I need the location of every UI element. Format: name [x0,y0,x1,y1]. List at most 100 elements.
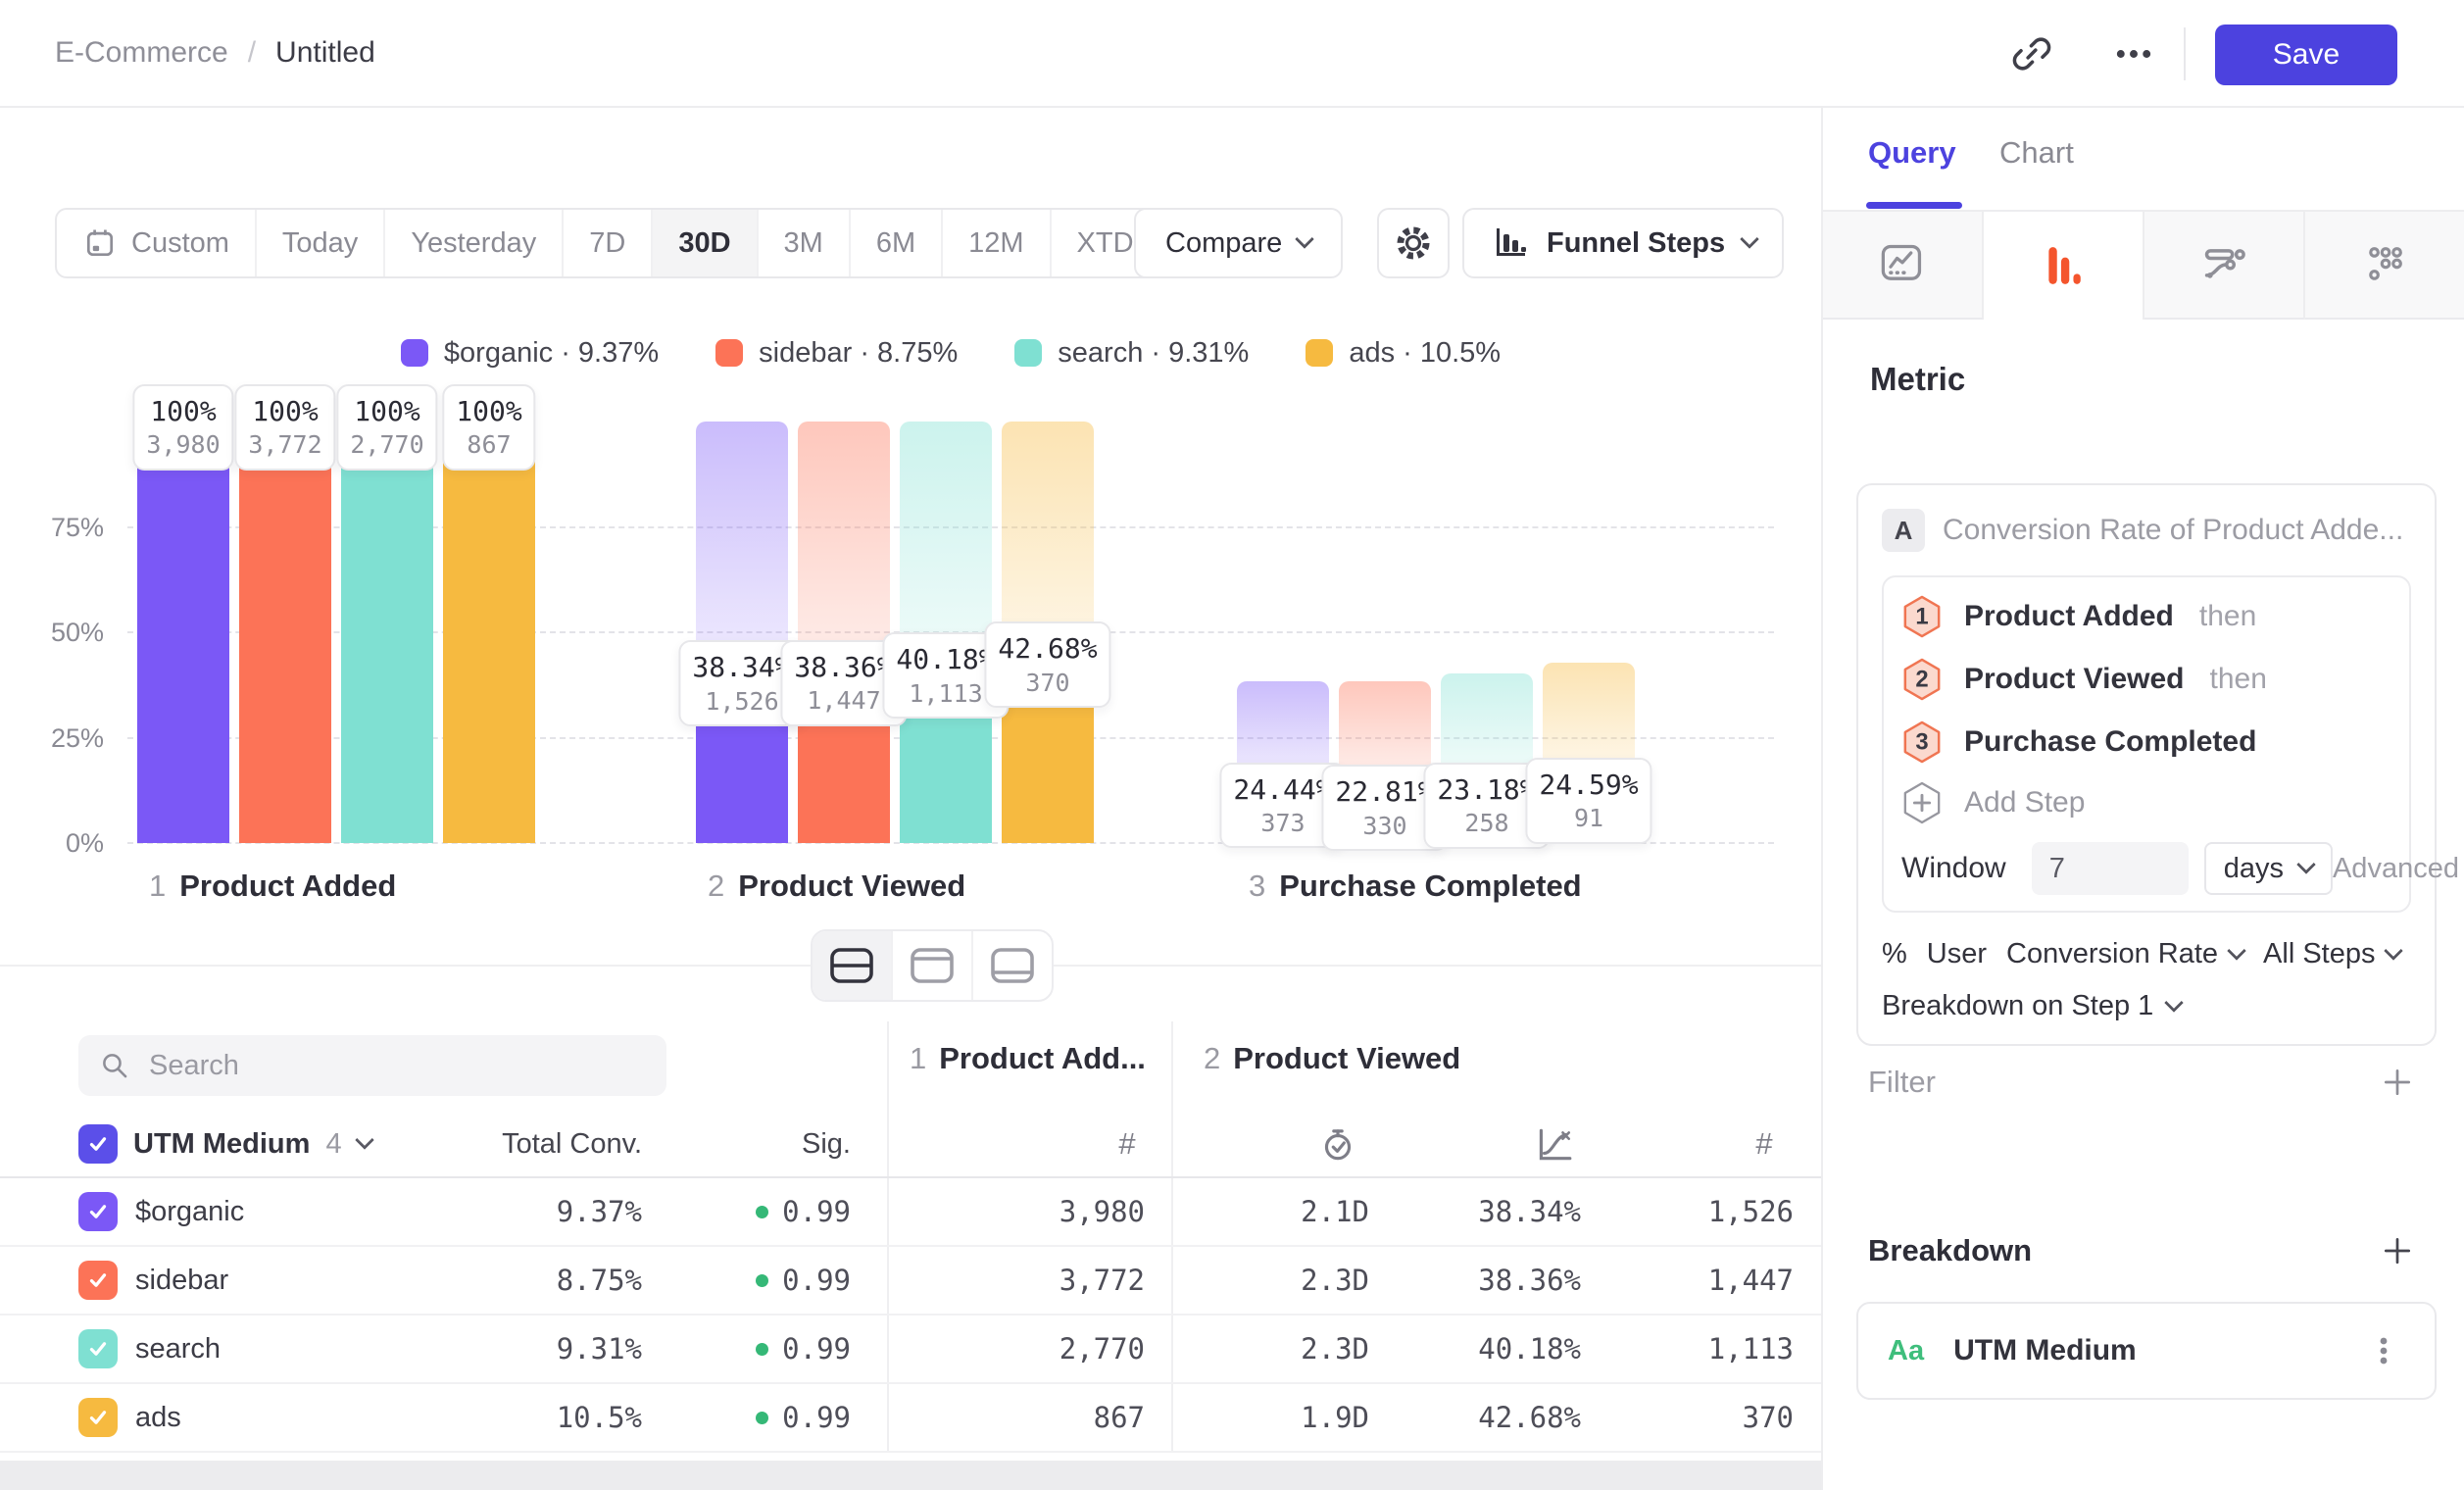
measure-prefix: % [1882,938,1907,970]
advanced-label: Advanced [2333,853,2459,885]
measure-metric-select[interactable]: Conversion Rate [2006,938,2243,970]
query-step-label: Purchase Completed [1964,725,2256,759]
breakdown-label: Breakdown [1868,1233,2032,1268]
significance-dot [756,1412,768,1424]
window-unit-select[interactable]: days [2204,842,2333,895]
table-scrollbar-track[interactable] [0,1461,1821,1490]
y-axis-label: 75% [25,512,104,543]
table-row-ads[interactable]: ads10.5%0.998671.9D42.68%370 [0,1384,1821,1453]
funnel-icon [2041,243,2086,288]
check-icon [85,1131,111,1157]
breakdown-on-step-select[interactable]: Breakdown on Step 1 [1882,990,2411,1022]
select-all-checkbox[interactable] [78,1124,118,1164]
query-step-1[interactable]: 1Product Addedthen [1901,585,2391,648]
step1-count: 3,980 [1060,1178,1145,1245]
tab-query[interactable]: Query [1868,135,1956,171]
svg-text:3: 3 [1915,729,1928,756]
table-group-step2: 2Product Viewed [1204,1041,1460,1076]
bar-value-label: 100%3,772 [234,384,335,471]
add-step-hexagon-icon [1901,780,1943,825]
metric-title-row[interactable]: A Conversion Rate of Product Adde... [1882,507,2411,554]
funnel-bar-search-step1[interactable] [341,422,433,843]
step2-conversion-rate: 42.68% [1478,1384,1581,1451]
measure-scope-select[interactable]: All Steps [2263,938,2400,970]
add-filter-button[interactable] [2376,1061,2419,1104]
row-checkbox[interactable] [78,1329,118,1368]
y-axis-label: 0% [25,827,104,859]
step2-count: 370 [1743,1384,1794,1451]
plus-icon [2380,1233,2415,1268]
significance-dot [756,1206,768,1218]
row-checkbox[interactable] [78,1192,118,1231]
report-tab-flows[interactable] [2144,212,2305,320]
bar-value-label: 100%2,770 [336,384,437,471]
view-toggle-table-collapsed[interactable] [893,931,973,1000]
total-conversion-value: 10.5% [557,1384,642,1451]
more-options-button[interactable] [2109,29,2158,78]
add-step-button[interactable]: Add Step [1901,773,2391,832]
sig-column-header[interactable]: Sig. [802,1112,851,1176]
link-icon [2010,32,2053,75]
share-link-button[interactable] [2007,29,2056,78]
query-step-label: Product Viewed [1964,663,2185,696]
save-button[interactable]: Save [2215,25,2397,85]
step-number-badge: 3 [1901,720,1943,765]
conversion-rate-icon[interactable] [1533,1112,1574,1176]
query-step-2[interactable]: 2Product Viewedthen [1901,648,2391,711]
total-conversion-value: 8.75% [557,1247,642,1314]
total-conversion-value: 9.31% [557,1316,642,1382]
significance-dot [756,1343,768,1356]
step2-count: 1,526 [1708,1178,1794,1245]
measure-row: % User Conversion Rate All Steps [1882,938,2411,970]
query-step-label: Product Added [1964,600,2174,633]
count-icon[interactable]: # [1118,1112,1135,1176]
tab-chart[interactable]: Chart [1999,135,2074,171]
view-toggle-chart-collapsed[interactable] [973,931,1052,1000]
search-box[interactable] [78,1035,666,1096]
count-icon[interactable]: # [1755,1112,1772,1176]
step2-conversion-rate: 40.18% [1478,1316,1581,1382]
table-row-organic[interactable]: $organic9.37%0.993,9802.1D38.34%1,526 [0,1178,1821,1247]
measure-entity[interactable]: User [1927,938,1987,970]
step1-count: 867 [1094,1384,1145,1451]
step2-time-to-convert: 2.1D [1301,1178,1369,1245]
report-tab-insights[interactable] [1823,212,1984,320]
add-step-label: Add Step [1964,786,2085,820]
metric-section-label: Metric [1870,361,1965,398]
significance-value: 0.99 [756,1178,851,1245]
filter-section: Filter [1823,1055,2464,1110]
table-row-search[interactable]: search9.31%0.992,7702.3D40.18%1,113 [0,1316,1821,1384]
step2-conversion-rate: 38.36% [1478,1247,1581,1314]
funnel-bar-sidebar-step1[interactable] [239,422,331,843]
step2-count: 1,113 [1708,1316,1794,1382]
report-tab-funnel[interactable] [1984,212,2144,320]
window-value-input[interactable] [2032,842,2189,895]
funnel-bar-organic-step1[interactable] [137,422,229,843]
funnel-bar-ads-step1[interactable] [443,422,535,843]
query-panel: Query Chart Metric A Conversion Rate of … [1821,108,2464,1490]
report-tab-retention[interactable] [2305,212,2464,320]
advanced-toggle[interactable]: Advanced [2333,853,2464,885]
row-checkbox[interactable] [78,1398,118,1437]
add-breakdown-button[interactable] [2376,1229,2419,1272]
query-step-3[interactable]: 3 Purchase Completed [1901,711,2391,773]
view-toggle-split-view[interactable] [813,931,893,1000]
y-axis-label: 25% [25,722,104,754]
breakdown-column-header[interactable]: UTM Medium [133,1128,310,1161]
step2-time-to-convert: 2.3D [1301,1316,1369,1382]
check-icon [85,1267,111,1293]
search-input[interactable] [147,1049,647,1083]
report-type-tabs [1823,212,2464,320]
row-checkbox[interactable] [78,1261,118,1300]
table-row-sidebar[interactable]: sidebar8.75%0.993,7722.3D38.36%1,447 [0,1247,1821,1316]
time-to-convert-icon[interactable] [1317,1112,1358,1176]
significance-dot [756,1274,768,1287]
step1-count: 3,772 [1060,1247,1145,1314]
total-conv-column-header[interactable]: Total Conv. [502,1112,642,1176]
step1-count: 2,770 [1060,1316,1145,1382]
breakdown-item-menu[interactable] [2362,1329,2405,1372]
chevron-down-icon[interactable] [355,1130,374,1150]
breakdown-item[interactable]: Aa UTM Medium [1856,1302,2437,1400]
conversion-window-row: Window days Advanced [1901,834,2391,903]
segment-name: sidebar [135,1247,228,1314]
